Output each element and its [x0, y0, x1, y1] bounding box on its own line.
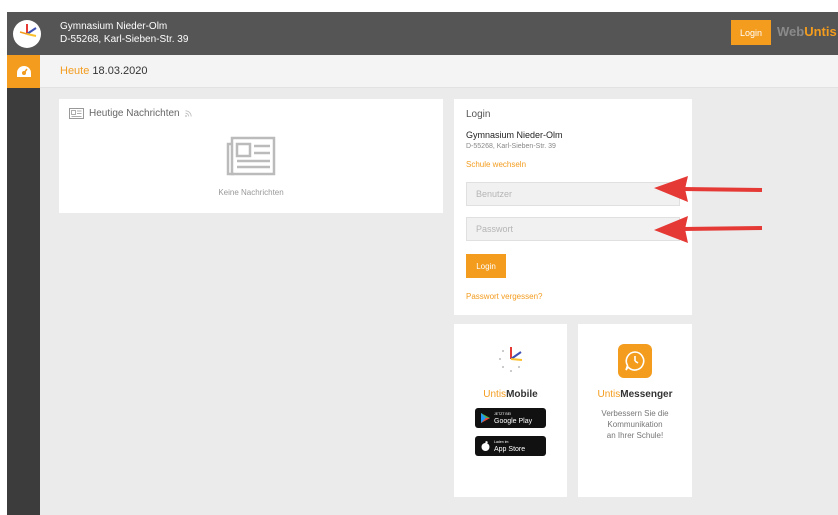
apple-logo-icon — [481, 441, 490, 451]
sidebar-item-dashboard[interactable] — [7, 55, 40, 88]
messenger-clock-icon[interactable] — [618, 344, 652, 378]
news-widget-header: Heutige Nachrichten — [69, 108, 192, 119]
empty-newspaper-icon — [226, 136, 276, 179]
app-store-badge-text: Laden im App Store — [494, 439, 525, 453]
header-login-button[interactable]: Login — [731, 20, 771, 45]
untis-clock-logo-icon[interactable] — [7, 12, 47, 55]
brand-part-untis: Untis — [804, 24, 837, 39]
untis-mobile-logo-icon — [499, 347, 523, 372]
today-label[interactable]: Heute — [60, 65, 89, 77]
untis-messenger-title: UntisMessenger — [578, 389, 692, 400]
google-play-big-text: Google Play — [494, 418, 533, 425]
switch-school-link[interactable]: Schule wechseln — [466, 160, 526, 169]
untis-messenger-title-prefix: Untis — [597, 389, 621, 400]
top-navigation-bar: Gymnasium Nieder-Olm D-55268, Karl-Siebe… — [7, 12, 838, 55]
app-store-small-text: Laden im — [494, 440, 509, 444]
header-school-name: Gymnasium Nieder-Olm — [60, 21, 168, 32]
dashboard-gauge-icon — [16, 65, 31, 77]
messenger-description: Verbessern Sie die Kommunikation an Ihre… — [578, 408, 692, 441]
untis-messenger-title-suffix: Messenger — [620, 389, 673, 400]
left-sidebar — [7, 55, 40, 515]
newspaper-icon — [69, 108, 84, 119]
app-store-big-text: App Store — [494, 446, 526, 453]
password-input[interactable] — [466, 217, 680, 241]
date-bar: Heute 18.03.2020 — [40, 55, 838, 88]
today-date: Heute 18.03.2020 — [60, 65, 147, 77]
webuntis-brand-logo: WebUntis — [777, 24, 837, 39]
messenger-description-line-2: Kommunikation — [607, 420, 663, 429]
brand-part-web: Web — [777, 24, 805, 39]
untis-mobile-widget: UntisMobile JETZT BEI Google Play Laden … — [454, 324, 567, 497]
messenger-description-line-1: Verbessern Sie die — [601, 409, 669, 418]
login-school-address: D-55268, Karl-Sieben-Str. 39 — [466, 143, 556, 150]
news-widget: Heutige Nachrichten Keine Nachrichten — [59, 99, 443, 213]
main-content: Heutige Nachrichten Keine Nachrichten Lo… — [40, 88, 838, 515]
rss-feed-icon — [184, 110, 192, 117]
left-edge-strip — [0, 0, 7, 515]
messenger-description-line-3: an Ihrer Schule! — [606, 431, 664, 440]
red-arrow-password-annotation — [654, 216, 763, 243]
untis-mobile-title-suffix: Mobile — [506, 389, 538, 400]
app-store-badge[interactable]: Laden im App Store — [475, 436, 546, 456]
current-date: 18.03.2020 — [92, 65, 148, 77]
untis-messenger-widget: UntisMessenger Verbessern Sie die Kommun… — [578, 324, 692, 497]
untis-mobile-title-prefix: Untis — [483, 389, 507, 400]
news-title: Heutige Nachrichten — [89, 108, 180, 119]
untis-mobile-title: UntisMobile — [454, 389, 567, 400]
header-school-info: Gymnasium Nieder-Olm D-55268, Karl-Siebe… — [60, 20, 188, 46]
header-school-address: D-55268, Karl-Sieben-Str. 39 — [60, 34, 189, 45]
forgot-password-link[interactable]: Passwort vergessen? — [466, 292, 542, 301]
google-play-badge[interactable]: JETZT BEI Google Play — [475, 408, 546, 428]
google-play-badge-text: JETZT BEI Google Play — [494, 411, 532, 425]
username-input[interactable] — [466, 182, 680, 206]
red-arrow-username-annotation — [654, 176, 763, 202]
login-school-name: Gymnasium Nieder-Olm — [466, 130, 563, 140]
google-play-small-text: JETZT BEI — [494, 412, 512, 416]
google-play-icon — [481, 413, 490, 423]
login-panel-title: Login — [466, 109, 491, 120]
login-submit-button[interactable]: Login — [466, 254, 506, 278]
no-news-message: Keine Nachrichten — [218, 188, 284, 197]
